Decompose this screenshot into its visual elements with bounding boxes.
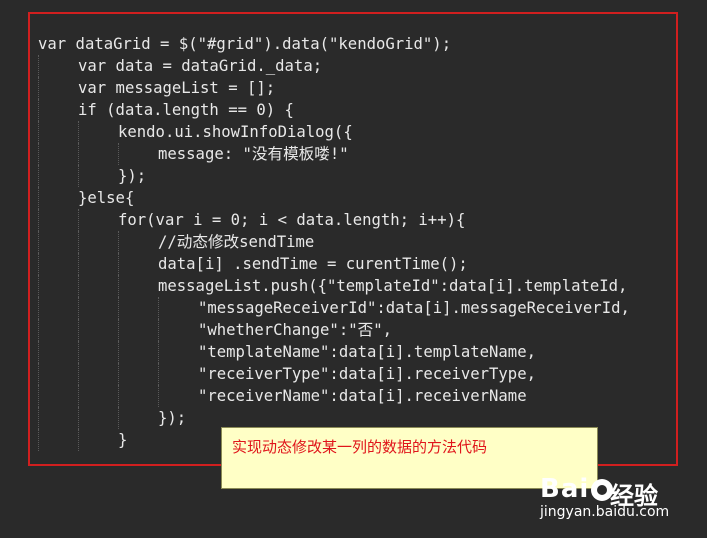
code-text: }else{ [78,189,135,207]
indent-guide [78,297,79,319]
indent-guide [78,209,79,231]
indent-guide [78,231,79,253]
code-line[interactable]: }); [38,165,630,187]
indent-guide [38,275,39,297]
indent-guide [38,165,39,187]
code-line[interactable]: var messageList = []; [38,77,630,99]
code-line[interactable]: messageList.push({"templateId":data[i].t… [38,275,630,297]
indent-guide [38,297,39,319]
code-line[interactable]: //动态修改sendTime [38,231,630,253]
indent-guide [158,297,159,319]
indent-guide [118,363,119,385]
indent-guide [38,363,39,385]
code-text: }); [118,167,147,185]
code-text: var messageList = []; [78,79,276,97]
indent-guide [38,341,39,363]
indent-guide [38,55,39,77]
indent-guide [118,407,119,429]
baidu-jingyan-watermark: Bai 经验 jingyan.baidu.com [540,470,700,525]
indent-guide [118,231,119,253]
code-text: "messageReceiverId":data[i].messageRecei… [198,299,630,317]
indent-guide [118,143,119,165]
code-line[interactable]: "whetherChange":"否", [38,319,630,341]
indent-guide [78,363,79,385]
callout-text: 实现动态修改某一列的数据的方法代码 [232,438,488,456]
code-text: }); [158,409,187,427]
code-text: if (data.length == 0) { [78,101,294,119]
indent-guide [38,231,39,253]
indent-guide [38,187,39,209]
indent-guide [78,253,79,275]
code-text: var data = dataGrid._data; [78,57,323,75]
code-line[interactable]: var data = dataGrid._data; [38,55,630,77]
code-text: var dataGrid = $("#grid").data("kendoGri… [38,35,452,53]
indent-guide [38,319,39,341]
indent-guide [118,253,119,275]
code-line[interactable]: "templateName":data[i].templateName, [38,341,630,363]
indent-guide [38,77,39,99]
watermark-brand: Bai [540,474,615,504]
indent-guide [38,253,39,275]
indent-guide [38,143,39,165]
indent-guide [38,99,39,121]
code-text: //动态修改sendTime [158,233,315,251]
indent-guide [78,407,79,429]
indent-guide [118,319,119,341]
indent-guide [78,385,79,407]
code-text: kendo.ui.showInfoDialog({ [118,123,353,141]
code-editor[interactable]: var dataGrid = $("#grid").data("kendoGri… [38,33,630,451]
indent-guide [38,209,39,231]
indent-guide [38,385,39,407]
indent-guide [118,341,119,363]
code-line[interactable]: var dataGrid = $("#grid").data("kendoGri… [38,33,630,55]
code-line[interactable]: "messageReceiverId":data[i].messageRecei… [38,297,630,319]
indent-guide [158,319,159,341]
code-text: "receiverType":data[i].receiverType, [198,365,536,383]
code-text: "whetherChange":"否", [198,321,392,339]
code-line[interactable]: for(var i = 0; i < data.length; i++){ [38,209,630,231]
indent-guide [78,275,79,297]
indent-guide [38,407,39,429]
indent-guide [78,341,79,363]
code-line[interactable]: "receiverType":data[i].receiverType, [38,363,630,385]
indent-guide [118,385,119,407]
code-text: message: "没有模板喽!" [158,145,349,163]
indent-guide [38,429,39,451]
indent-guide [78,165,79,187]
code-text: for(var i = 0; i < data.length; i++){ [118,211,466,229]
code-line[interactable]: kendo.ui.showInfoDialog({ [38,121,630,143]
indent-guide [158,385,159,407]
indent-guide [78,143,79,165]
code-text: "templateName":data[i].templateName, [198,343,536,361]
code-line[interactable]: message: "没有模板喽!" [38,143,630,165]
indent-guide [78,429,79,451]
indent-guide [158,341,159,363]
indent-guide [38,121,39,143]
indent-guide [78,121,79,143]
code-text: "receiverName":data[i].receiverName [198,387,527,405]
watermark-url: jingyan.baidu.com [540,504,670,520]
code-text: messageList.push({"templateId":data[i].t… [158,277,628,295]
indent-guide [118,297,119,319]
code-line[interactable]: }else{ [38,187,630,209]
code-line[interactable]: if (data.length == 0) { [38,99,630,121]
code-line[interactable]: }); [38,407,630,429]
indent-guide [118,275,119,297]
code-text: data[i] .sendTime = curentTime(); [158,255,468,273]
code-line[interactable]: "receiverName":data[i].receiverName [38,385,630,407]
code-line[interactable]: data[i] .sendTime = curentTime(); [38,253,630,275]
code-text: } [118,431,128,449]
indent-guide [78,319,79,341]
indent-guide [158,363,159,385]
